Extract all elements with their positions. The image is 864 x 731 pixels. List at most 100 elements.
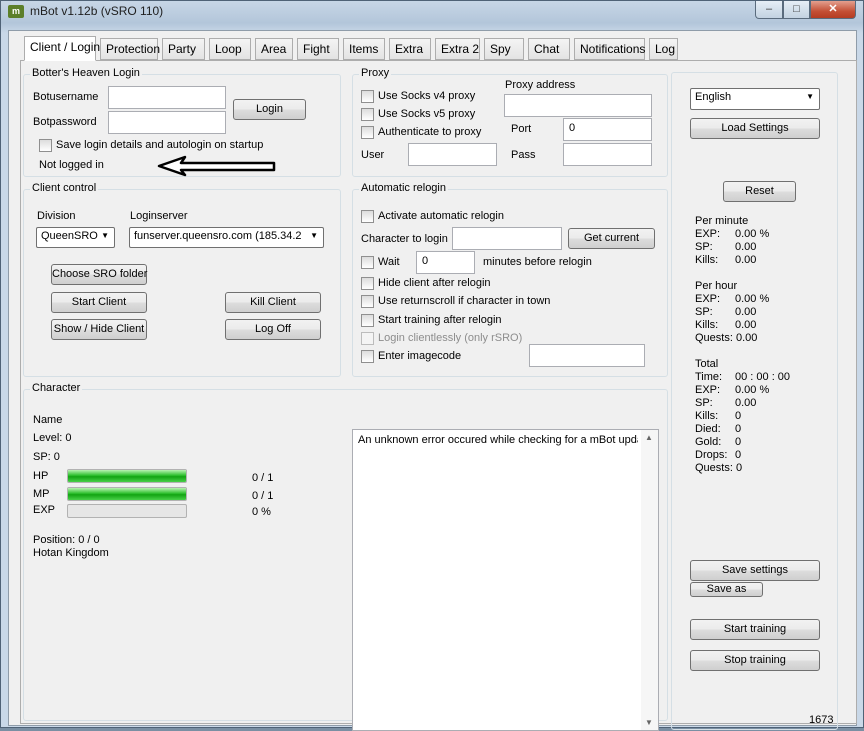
- start-client-button[interactable]: Start Client: [51, 292, 147, 313]
- per-hour-stat-value: 0.00 %: [735, 293, 770, 305]
- port-input[interactable]: 0: [563, 118, 652, 141]
- division-label: Division: [37, 210, 76, 222]
- chevron-down-icon: ▼: [310, 231, 318, 240]
- total-stat-value: 0: [735, 410, 742, 422]
- login-button[interactable]: Login: [233, 99, 306, 120]
- socks4-checkbox[interactable]: [361, 90, 374, 103]
- save-as-button[interactable]: Save as: [690, 582, 763, 597]
- per-minute-stat-label: Kills:: [695, 254, 719, 266]
- tab-chat[interactable]: Chat: [528, 38, 570, 60]
- socks5-label: Use Socks v5 proxy: [378, 108, 476, 120]
- botusername-input[interactable]: [108, 86, 226, 109]
- stop-training-button[interactable]: Stop training: [690, 650, 820, 671]
- proxy-pass-input[interactable]: [563, 143, 652, 166]
- per-minute-stat-value: 0.00: [735, 241, 757, 253]
- proxy-address-input[interactable]: [504, 94, 652, 117]
- total-stat-value: 0: [735, 449, 742, 461]
- socks4-label: Use Socks v4 proxy: [378, 90, 476, 102]
- hp-bar: [67, 469, 187, 483]
- scroll-down-icon[interactable]: ▼: [645, 718, 653, 727]
- mp-label: MP: [33, 488, 50, 500]
- log-text: An unknown error occured while checking …: [358, 434, 638, 446]
- choose-sro-folder-button[interactable]: Choose SRO folder: [51, 264, 147, 285]
- auth-proxy-checkbox[interactable]: [361, 126, 374, 139]
- minimize-button[interactable]: –: [755, 1, 783, 19]
- wait-minutes-input[interactable]: 0: [416, 251, 475, 274]
- tab-spy[interactable]: Spy: [484, 38, 524, 60]
- language-select-value: English: [695, 91, 732, 103]
- save-login-checkbox[interactable]: [39, 139, 52, 152]
- per-minute-stat-value: 0.00: [735, 254, 757, 266]
- title-bar[interactable]: m mBot v1.12b (vSRO 110) – □ ✕: [1, 1, 863, 23]
- scroll-up-icon[interactable]: ▲: [645, 433, 653, 442]
- reset-button[interactable]: Reset: [723, 181, 796, 202]
- total-stat-value: 0.00 %: [735, 384, 770, 396]
- tab-area[interactable]: Area: [255, 38, 293, 60]
- total-stat-value: 0: [736, 462, 743, 474]
- wait-suffix-label: minutes before relogin: [483, 256, 592, 268]
- save-settings-button[interactable]: Save settings: [690, 560, 820, 581]
- proxy-user-input[interactable]: [408, 143, 497, 166]
- log-scrollbar[interactable]: ▲ ▼: [641, 430, 658, 730]
- kill-client-button[interactable]: Kill Client: [225, 292, 321, 313]
- division-select[interactable]: QueenSRO ▼: [36, 227, 115, 248]
- loginserver-select[interactable]: funserver.queensro.com (185.34.2 ▼: [129, 227, 324, 248]
- show-hide-client-button[interactable]: Show / Hide Client: [51, 319, 147, 340]
- total-stat-label: Died:: [695, 423, 721, 435]
- tab-extra[interactable]: Extra: [389, 38, 431, 60]
- tab-loop[interactable]: Loop: [209, 38, 251, 60]
- per-hour-stat-value: 0.00: [736, 332, 758, 344]
- returnscroll-checkbox[interactable]: [361, 295, 374, 308]
- chevron-down-icon: ▼: [101, 231, 109, 240]
- per-hour-stat-label: Kills:: [695, 319, 719, 331]
- proxy-group-title: Proxy: [359, 67, 392, 79]
- imagecode-checkbox[interactable]: [361, 350, 374, 363]
- tab-party[interactable]: Party: [162, 38, 205, 60]
- per-hour-stat-label: EXP:: [695, 293, 721, 305]
- tab-extra-2[interactable]: Extra 2: [435, 38, 480, 60]
- client-area: Client / Login Protection Party Loop Area Fig…: [8, 30, 857, 731]
- start-training-relogin-checkbox[interactable]: [361, 314, 374, 327]
- character-position: Position: 0 / 0: [33, 534, 100, 546]
- maximize-button[interactable]: □: [783, 1, 810, 19]
- character-name-label: Name: [33, 414, 63, 426]
- exp-label: EXP: [33, 504, 56, 516]
- total-stat-label: EXP:: [695, 384, 721, 396]
- botpassword-input[interactable]: [108, 111, 226, 134]
- get-current-button[interactable]: Get current: [568, 228, 655, 249]
- per-hour-stat-label: Quests:: [695, 332, 733, 344]
- imagecode-input[interactable]: [529, 344, 645, 367]
- hide-client-checkbox[interactable]: [361, 277, 374, 290]
- activate-relogin-checkbox[interactable]: [361, 210, 374, 223]
- character-to-login-input[interactable]: [452, 227, 562, 250]
- character-group-title: Character: [30, 382, 83, 394]
- tab-client-login[interactable]: Client / Login: [24, 36, 100, 61]
- socks5-checkbox[interactable]: [361, 108, 374, 121]
- total-stat-value: 0: [735, 436, 742, 448]
- tab-fight[interactable]: Fight: [297, 38, 339, 60]
- main-window: m mBot v1.12b (vSRO 110) – □ ✕ Client / …: [0, 0, 864, 731]
- tab-notifications[interactable]: Notifications: [574, 38, 645, 60]
- log-off-button[interactable]: Log Off: [225, 319, 321, 340]
- start-training-button[interactable]: Start training: [690, 619, 820, 640]
- proxy-address-label: Proxy address: [505, 79, 576, 91]
- total-stat-value: 0.00: [735, 397, 757, 409]
- log-textbox[interactable]: An unknown error occured while checking …: [352, 429, 659, 731]
- tab-items[interactable]: Items: [343, 38, 385, 60]
- per-minute-stat-label: EXP:: [695, 228, 721, 240]
- loginserver-select-value: funserver.queensro.com (185.34.2: [134, 230, 302, 242]
- close-button[interactable]: ✕: [810, 1, 856, 19]
- wait-checkbox[interactable]: [361, 256, 374, 269]
- mbot-app-icon: m: [8, 5, 24, 18]
- client-control-group: Client control Division QueenSRO ▼ Login…: [23, 182, 341, 377]
- tab-log[interactable]: Log: [649, 38, 678, 60]
- language-select[interactable]: English ▼: [690, 88, 820, 110]
- login-group: Botter's Heaven Login Botusername Botpas…: [23, 67, 341, 177]
- right-panel: English ▼ Load Settings Reset Per minute…: [671, 72, 838, 730]
- load-settings-button[interactable]: Load Settings: [690, 118, 820, 139]
- character-location: Hotan Kingdom: [33, 547, 109, 559]
- botpassword-label: Botpassword: [33, 116, 97, 128]
- auth-proxy-label: Authenticate to proxy: [378, 126, 482, 138]
- tab-panel-client-login: Botter's Heaven Login Botusername Botpas…: [20, 60, 857, 731]
- tab-protection[interactable]: Protection: [100, 38, 160, 60]
